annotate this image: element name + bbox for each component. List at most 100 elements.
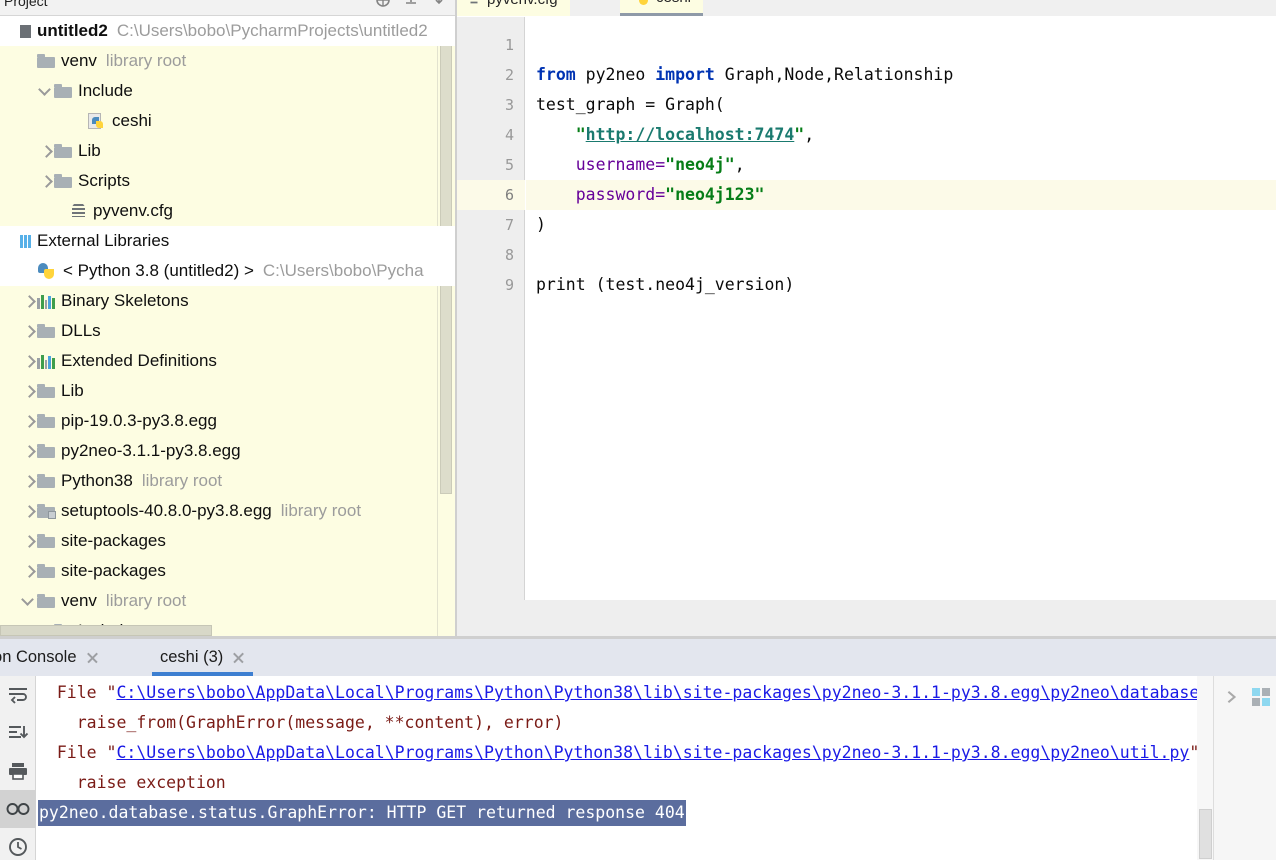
chevron-right-icon[interactable] [21, 473, 37, 489]
tree-row-label: setuptools-40.8.0-py3.8.egg [61, 501, 272, 520]
chevron-right-icon[interactable] [38, 143, 54, 159]
console-toolbar [0, 676, 36, 860]
binary-skeletons-icon [37, 294, 55, 309]
tree-row[interactable]: ceshi [0, 106, 455, 136]
target-icon[interactable] [375, 0, 391, 8]
chevron-right-icon[interactable] [21, 383, 37, 399]
scroll-to-end-button[interactable] [0, 714, 36, 752]
code-line[interactable] [526, 30, 1276, 60]
code-line-content: ) [526, 215, 546, 234]
close-icon[interactable] [232, 651, 245, 664]
folder-icon [37, 414, 55, 428]
console-error-message: py2neo.database.status.GraphError: HTTP … [38, 800, 686, 826]
chevron-down-icon[interactable] [38, 83, 54, 99]
chevron-right-icon[interactable] [38, 173, 54, 189]
chevron-right-icon[interactable] [1224, 690, 1238, 704]
tree-row[interactable]: Scripts [0, 166, 455, 196]
console-vscrollbar-thumb[interactable] [1199, 809, 1212, 859]
tree-row[interactable]: site-packages [0, 556, 455, 586]
tree-row[interactable]: untitled2 C:\Users\bobo\PycharmProjects\u… [0, 16, 455, 46]
chevron-right-icon[interactable] [21, 293, 37, 309]
external-libraries-icon [20, 234, 31, 248]
chevron-right-icon[interactable] [21, 443, 37, 459]
gutter-current-line-highlight [455, 180, 525, 210]
console-hscrollbar[interactable] [37, 848, 1213, 860]
code-token: " [536, 125, 586, 144]
clock-button[interactable] [0, 828, 36, 860]
tree-row[interactable]: Binary Skeletons [0, 286, 455, 316]
tree-row[interactable]: pip-19.0.3-py3.8.egg [0, 406, 455, 436]
console-tab-ceshi[interactable]: ceshi (3) [152, 639, 254, 676]
chevron-right-icon[interactable] [21, 413, 37, 429]
code-line[interactable]: username="neo4j", [526, 150, 1276, 180]
tree-row-label: pip-19.0.3-py3.8.egg [61, 411, 217, 430]
code-line[interactable]: "http://localhost:7474", [526, 120, 1276, 150]
console-trace-path-link[interactable]: C:\Users\bobo\AppData\Local\Programs\Pyt… [116, 683, 1199, 702]
run-console-panel: Python Console ceshi (3) [0, 639, 1276, 860]
code-line[interactable]: ) [526, 210, 1276, 240]
code-line[interactable]: from py2neo import Graph,Node,Relationsh… [526, 60, 1276, 90]
tree-row[interactable]: venv library root [0, 586, 455, 616]
tree-row[interactable]: site-packages [0, 526, 455, 556]
code-token: "neo4j" [665, 155, 735, 174]
settings-down-icon[interactable] [431, 0, 447, 8]
tree-row[interactable]: External Libraries [0, 226, 455, 256]
tree-row-secondary: library root [105, 51, 187, 70]
tree-row[interactable]: Lib [0, 376, 455, 406]
tree-row[interactable]: Include [0, 76, 455, 106]
project-tree-panel[interactable]: untitled2 C:\Users\bobo\PycharmProjects\u… [0, 16, 455, 638]
editor-tab-pyvenv[interactable]: pyvenv.cfg [455, 0, 570, 16]
gutter-line-number: 1 [504, 36, 514, 54]
collapse-icon[interactable] [403, 0, 419, 8]
chevron-right-icon[interactable] [21, 533, 37, 549]
tree-row[interactable]: pyvenv.cfg [0, 196, 455, 226]
project-editor-splitter[interactable] [455, 0, 457, 639]
tree-row[interactable]: Lib [0, 136, 455, 166]
chevron-down-icon[interactable] [21, 593, 37, 609]
code-line-content: password="neo4j123" [526, 185, 765, 204]
scroll-to-end-icon [9, 726, 29, 739]
code-token: ) [536, 215, 546, 234]
gutter-line-number: 2 [504, 66, 514, 84]
glasses-icon [6, 803, 30, 815]
tree-row[interactable]: setuptools-40.8.0-py3.8.egg library root [0, 496, 455, 526]
tree-row-secondary: C:\Users\bobo\Pycha [262, 261, 424, 280]
editor-bottom-filler [455, 600, 1276, 636]
tree-row-label: venv [61, 591, 97, 610]
code-line[interactable]: test_graph = Graph( [526, 90, 1276, 120]
tree-row-label: Lib [61, 381, 84, 400]
folder-icon [37, 594, 55, 608]
editor-tab-ceshi[interactable]: ceshi [620, 0, 704, 16]
tree-row[interactable]: Extended Definitions [0, 346, 455, 376]
code-line[interactable]: print (test.neo4j_version) [526, 270, 1276, 300]
glasses-button[interactable] [0, 790, 36, 828]
project-hscrollbar[interactable] [0, 625, 212, 636]
chevron-right-icon[interactable] [21, 563, 37, 579]
tree-row[interactable]: py2neo-3.1.1-py3.8.egg [0, 436, 455, 466]
console-output[interactable]: File "C:\Users\bobo\AppData\Local\Progra… [37, 676, 1213, 848]
close-icon[interactable] [86, 651, 99, 664]
editor-gutter[interactable]: 1 2 3 4 5 6 7 8 9 [455, 17, 525, 600]
soft-wrap-button[interactable] [0, 676, 36, 714]
code-line[interactable] [526, 240, 1276, 270]
tree-row-label: Python38 [61, 471, 133, 490]
tree-row[interactable]: venv library root [0, 46, 455, 76]
tree-row-label: Extended Definitions [61, 351, 217, 370]
code-editor[interactable]: from py2neo import Graph,Node,Relationsh… [526, 17, 1276, 600]
chevron-right-icon[interactable] [21, 353, 37, 369]
console-tab-python-console[interactable]: Python Console [0, 639, 99, 676]
tree-row[interactable]: < Python 3.8 (untitled2) > C:\Users\bobo\… [0, 256, 455, 286]
tree-row-label: pyvenv.cfg [93, 201, 174, 220]
chevron-right-icon[interactable] [21, 323, 37, 339]
python-sdk-icon [37, 262, 57, 281]
console-trace-path-link[interactable]: C:\Users\bobo\AppData\Local\Programs\Pyt… [116, 743, 1189, 762]
code-line[interactable]: password="neo4j123" [526, 180, 1276, 210]
chevron-right-icon[interactable] [21, 503, 37, 519]
tree-row[interactable]: DLLs [0, 316, 455, 346]
tree-row[interactable]: Python38 library root [0, 466, 455, 496]
config-file-icon [470, 1, 478, 4]
layout-grid-icon[interactable] [1252, 688, 1271, 707]
print-button[interactable] [0, 752, 36, 790]
